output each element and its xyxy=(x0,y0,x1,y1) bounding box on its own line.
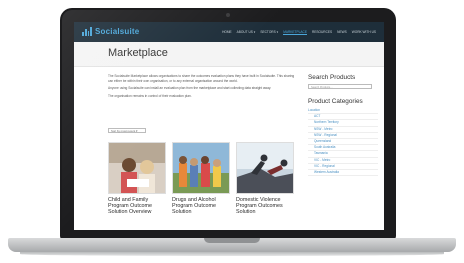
product-image[interactable] xyxy=(108,142,166,194)
menu-item-news[interactable]: NEWS xyxy=(337,30,347,35)
category-western-australia[interactable]: Western Australia xyxy=(308,170,378,177)
menu-item-about[interactable]: ABOUT US ▾ xyxy=(237,30,256,35)
site-header: Socialsuite HOME ABOUT US ▾ SECTORS ▾ MA… xyxy=(74,22,384,42)
camera-icon xyxy=(226,13,230,17)
product-card[interactable]: Child and Family Program Outcome Solutio… xyxy=(108,142,166,215)
intro-paragraph: The organisation remains in control of t… xyxy=(108,93,192,98)
category-list: Location ACT Northern Territory NSW - Me… xyxy=(308,108,378,177)
laptop-screen: Socialsuite HOME ABOUT US ▾ SECTORS ▾ MA… xyxy=(74,22,384,230)
bars-logo-icon xyxy=(82,27,92,36)
product-card[interactable]: Domestic Violence Program Outcomes Solut… xyxy=(236,142,294,215)
menu-item-home[interactable]: HOME xyxy=(222,30,232,35)
search-heading: Search Products xyxy=(308,74,356,81)
sort-select[interactable]: Sort by most recent ▾ xyxy=(108,128,146,133)
main-menu: HOME ABOUT US ▾ SECTORS ▾ MARKETPLACE RE… xyxy=(222,30,376,35)
intro-text: The Socialsuite Marketplace allows organ… xyxy=(108,74,298,101)
intro-paragraph: Anyone using Socialsuite can install an … xyxy=(108,86,272,91)
sidebar: Search Products Search Products… Product… xyxy=(308,74,378,177)
laptop-foot xyxy=(20,252,444,256)
logo-text: Socialsuite xyxy=(95,27,140,36)
product-card[interactable]: Drugs and Alcohol Program Outcome Soluti… xyxy=(172,142,230,215)
intro-paragraph: The Socialsuite Marketplace allows organ… xyxy=(108,74,295,83)
site-logo[interactable]: Socialsuite xyxy=(82,27,139,36)
product-title[interactable]: Domestic Violence Program Outcomes Solut… xyxy=(236,197,294,215)
product-search-input[interactable]: Search Products… xyxy=(308,84,372,89)
menu-item-work-with-us[interactable]: WORK WITH US xyxy=(352,30,376,35)
menu-item-sectors[interactable]: SECTORS ▾ xyxy=(260,30,278,35)
page-title: Marketplace xyxy=(108,47,168,59)
product-image[interactable] xyxy=(172,142,230,194)
product-image[interactable] xyxy=(236,142,294,194)
product-title[interactable]: Child and Family Program Outcome Solutio… xyxy=(108,197,166,215)
menu-item-marketplace[interactable]: MARKETPLACE xyxy=(283,30,307,35)
menu-item-resources[interactable]: RESOURCES xyxy=(312,30,332,35)
trackpad-notch xyxy=(204,238,260,243)
product-grid: Child and Family Program Outcome Solutio… xyxy=(108,142,294,215)
product-title[interactable]: Drugs and Alcohol Program Outcome Soluti… xyxy=(172,197,230,215)
laptop-base xyxy=(8,238,456,252)
categories-heading: Product Categories xyxy=(308,98,363,105)
